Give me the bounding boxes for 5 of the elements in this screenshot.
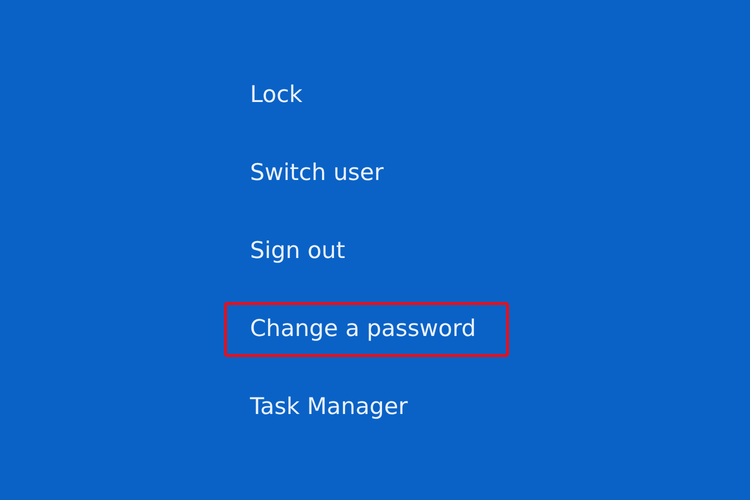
menu-item[interactable]: Change a password [224, 302, 509, 357]
menu-item[interactable]: Sign out [224, 224, 378, 279]
menu-item[interactable]: Lock [224, 68, 336, 123]
menu-item[interactable]: Task Manager [224, 380, 441, 435]
menu-item[interactable]: Switch user [224, 146, 417, 201]
